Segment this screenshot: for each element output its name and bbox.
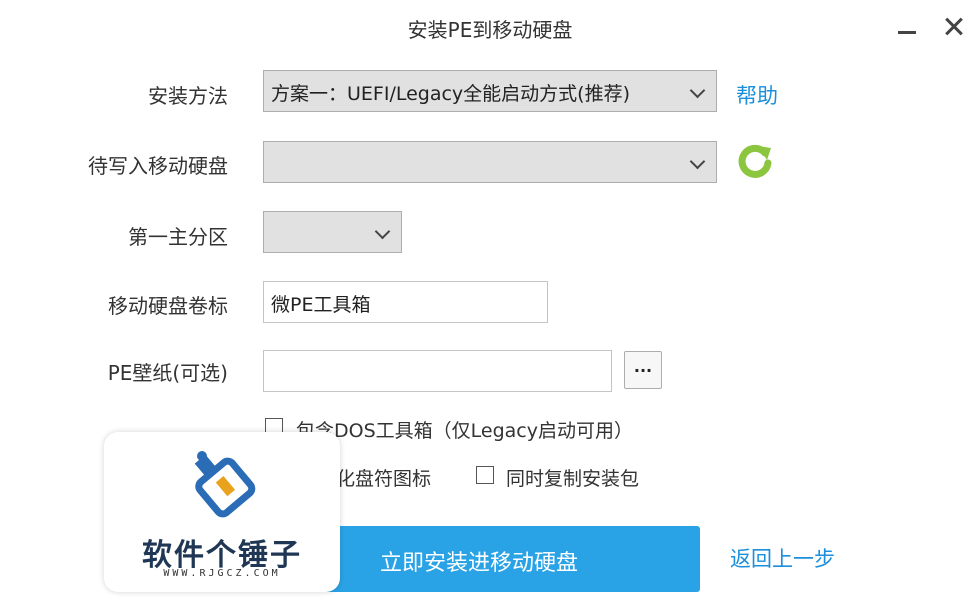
primary-partition-select[interactable] xyxy=(263,211,402,253)
volume-label-label: 移动硬盘卷标 xyxy=(108,294,228,318)
target-disk-select[interactable] xyxy=(263,141,717,183)
close-button[interactable] xyxy=(933,6,973,46)
chevron-down-icon xyxy=(374,223,391,240)
chevron-down-icon xyxy=(689,82,706,99)
title-bar: 安装PE到移动硬盘 xyxy=(0,0,980,52)
window-title: 安装PE到移动硬盘 xyxy=(407,18,573,42)
refresh-button[interactable] xyxy=(734,140,776,182)
wallpaper-label: PE壁纸(可选) xyxy=(107,361,228,385)
install-pe-window: 安装PE到移动硬盘 安装方法 方案一：UEFI/Legacy全能启动方式(推荐)… xyxy=(0,0,980,612)
copy-installer-label: 同时复制安装包 xyxy=(506,468,640,490)
minimize-icon xyxy=(898,31,916,34)
wallpaper-input[interactable] xyxy=(263,350,612,392)
install-method-value: 方案一：UEFI/Legacy全能启动方式(推荐) xyxy=(271,83,631,105)
dos-toolbox-label: 包含DOS工具箱（仅Legacy启动可用） xyxy=(296,420,633,442)
install-method-label: 安装方法 xyxy=(148,84,228,108)
target-disk-label: 待写入移动硬盘 xyxy=(88,154,228,178)
refresh-icon xyxy=(738,144,772,178)
drive-icon-label: 化盘符图标 xyxy=(336,468,432,490)
copy-installer-checkbox[interactable] xyxy=(476,466,494,484)
hammer-logo-icon xyxy=(194,451,256,518)
install-now-label: 立即安装进移动硬盘 xyxy=(380,551,579,576)
help-link[interactable]: 帮助 xyxy=(736,80,778,110)
watermark-badge: 软件个锤子 WWW.RJGCZ.COM xyxy=(104,432,340,592)
chevron-down-icon xyxy=(689,153,706,170)
volume-label-input[interactable]: 微PE工具箱 xyxy=(263,281,548,323)
install-now-button[interactable]: 立即安装进移动硬盘 xyxy=(280,526,700,592)
back-link[interactable]: 返回上一步 xyxy=(730,543,835,573)
primary-partition-label: 第一主分区 xyxy=(128,225,228,249)
minimize-button[interactable] xyxy=(887,6,927,46)
volume-label-value: 微PE工具箱 xyxy=(271,294,371,316)
install-method-select[interactable]: 方案一：UEFI/Legacy全能启动方式(推荐) xyxy=(263,70,717,112)
watermark-url: WWW.RJGCZ.COM xyxy=(163,568,281,579)
browse-button[interactable]: ... xyxy=(624,351,662,389)
